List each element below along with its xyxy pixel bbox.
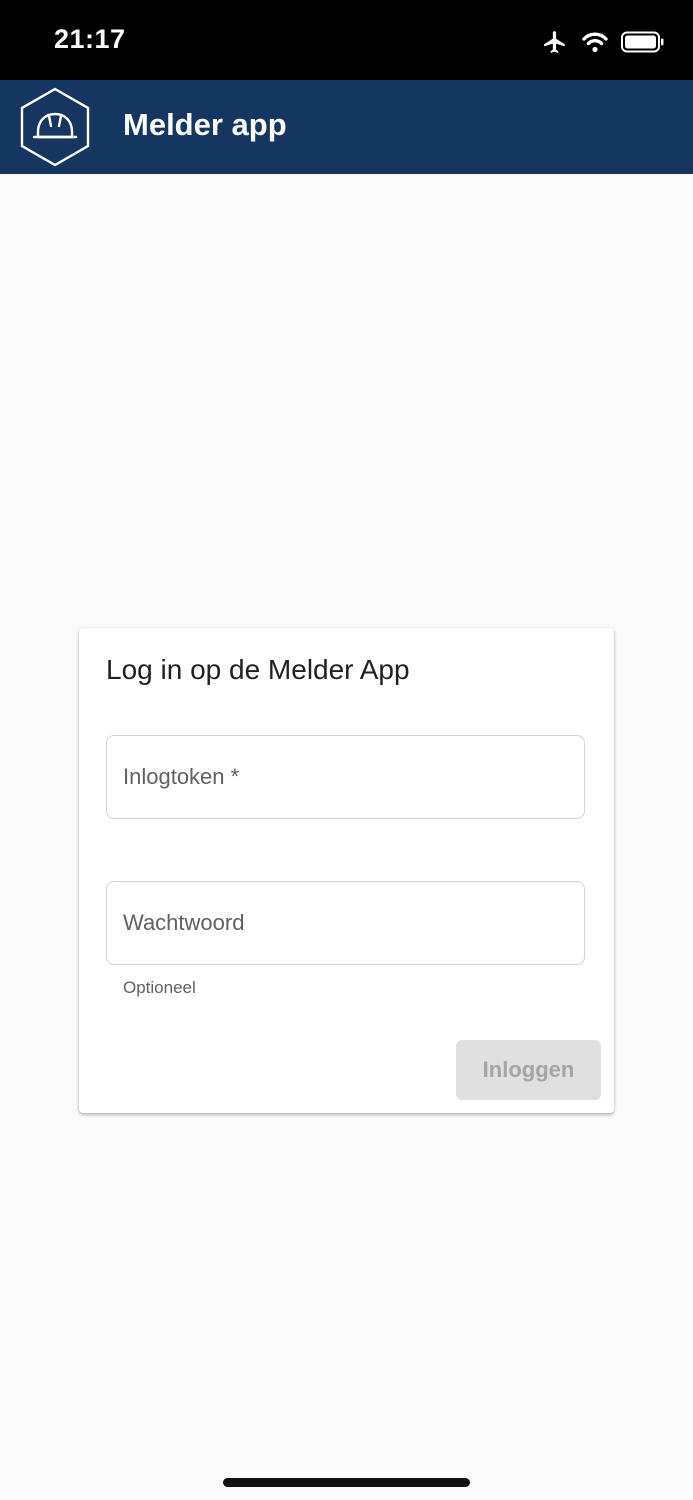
wifi-icon [581, 31, 609, 53]
password-input[interactable] [107, 882, 584, 964]
password-field[interactable] [106, 881, 585, 965]
password-helper-text: Optioneel [123, 978, 196, 997]
token-input[interactable] [107, 736, 584, 818]
token-field[interactable] [106, 735, 585, 819]
app-bar: Melder app [0, 80, 693, 174]
status-bar: 21:17 [0, 0, 693, 80]
login-card-title: Log in op de Melder App [106, 654, 410, 685]
status-icons [541, 28, 665, 56]
hard-hat-hexagon-icon [18, 86, 92, 168]
home-indicator[interactable] [223, 1478, 470, 1487]
status-time: 21:17 [54, 24, 126, 54]
app-title: Melder app [123, 107, 287, 142]
login-card: Log in op de Melder App Optioneel Inlogg… [79, 628, 614, 1113]
battery-icon [621, 31, 665, 53]
login-button[interactable]: Inloggen [456, 1040, 601, 1100]
airplane-icon [541, 29, 569, 55]
